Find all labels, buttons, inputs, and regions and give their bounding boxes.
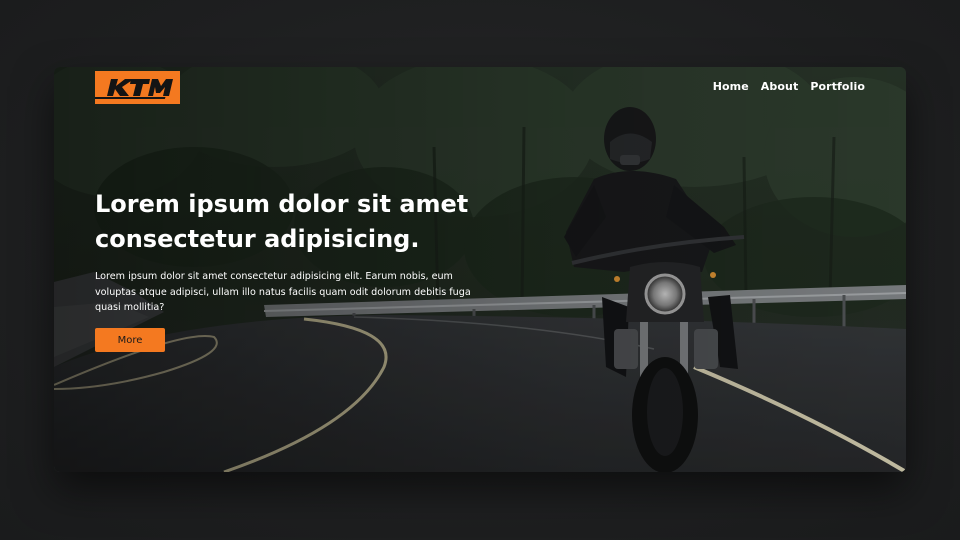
page-backdrop: Home About Portfolio Lorem ipsum dolor s… — [0, 0, 960, 540]
main-navigation: Home About Portfolio — [713, 80, 865, 93]
hero-headline: Lorem ipsum dolor sit amet consectetur a… — [95, 190, 469, 253]
nav-link-portfolio[interactable]: Portfolio — [810, 80, 865, 93]
more-button[interactable]: More — [95, 328, 165, 352]
nav-link-home[interactable]: Home — [713, 80, 749, 93]
ktm-logo[interactable] — [95, 71, 180, 104]
hero-description: Lorem ipsum dolor sit amet consectetur a… — [95, 271, 471, 313]
nav-link-about[interactable]: About — [761, 80, 799, 93]
hero-section: Home About Portfolio Lorem ipsum dolor s… — [54, 67, 906, 472]
